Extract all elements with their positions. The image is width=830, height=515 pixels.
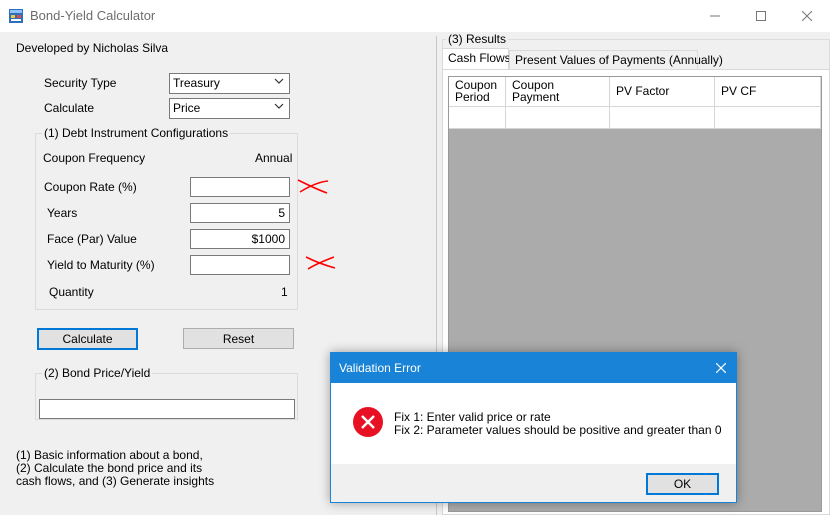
security-type-select[interactable]: Treasury	[169, 73, 290, 94]
grid-cell[interactable]	[610, 107, 715, 129]
validation-error-dialog: Validation Error Fix 1: Enter valid pric…	[330, 352, 737, 503]
tab-present-values[interactable]: Present Values of Payments (Annually)	[509, 50, 723, 70]
chevron-down-icon	[274, 76, 284, 89]
security-type-value: Treasury	[173, 76, 220, 90]
face-value-label: Face (Par) Value	[47, 232, 137, 246]
app-icon	[9, 9, 23, 23]
column-header-coupon-period[interactable]: Coupon Period	[449, 77, 506, 107]
red-cross-mark-icon	[297, 179, 329, 194]
close-icon	[716, 363, 726, 373]
column-header-pv-factor[interactable]: PV Factor	[610, 77, 715, 107]
title-bar: Bond-Yield Calculator	[0, 0, 830, 32]
footnote-line-2: (2) Calculate the bond price and its	[16, 461, 203, 475]
column-header-text: PV CF	[721, 84, 757, 98]
dialog-footer: OK	[331, 464, 736, 502]
chevron-down-icon	[274, 101, 284, 114]
dialog-title: Validation Error	[339, 361, 421, 375]
footnote-line-3: cash flows, and (3) Generate insights	[16, 474, 215, 488]
coupon-rate-label: Coupon Rate (%)	[44, 180, 137, 194]
footnote-line-1: (1) Basic information about a bond,	[16, 448, 203, 462]
coupon-rate-input[interactable]	[190, 177, 290, 197]
price-yield-output[interactable]	[39, 399, 295, 419]
dialog-message-line-2: Fix 2: Parameter values should be positi…	[394, 423, 722, 437]
column-header-text: Payment	[512, 90, 560, 104]
column-header-text: Period	[455, 90, 490, 104]
error-icon	[353, 407, 383, 437]
window-title: Bond-Yield Calculator	[30, 8, 156, 23]
dialog-title-bar: Validation Error	[331, 353, 736, 383]
face-value-input[interactable]: $1000	[190, 229, 290, 249]
close-icon	[802, 11, 812, 21]
grid-cell[interactable]	[449, 107, 506, 129]
calculate-select[interactable]: Price	[169, 98, 290, 119]
minimize-icon	[710, 15, 720, 17]
coupon-frequency-label: Coupon Frequency	[43, 151, 146, 165]
ok-button[interactable]: OK	[646, 473, 719, 495]
grid-cell[interactable]	[506, 107, 610, 129]
price-yield-title: (2) Bond Price/Yield	[42, 366, 153, 380]
close-button[interactable]	[784, 0, 830, 32]
column-header-coupon-payment[interactable]: Coupon Payment	[506, 77, 610, 107]
coupon-frequency-value: Annual	[255, 151, 293, 165]
maximize-button[interactable]	[738, 0, 784, 32]
column-header-pv-cf[interactable]: PV CF	[715, 77, 821, 107]
column-header-text: PV Factor	[616, 84, 670, 98]
tab-cash-flows[interactable]: Cash Flows	[442, 48, 511, 70]
minimize-button[interactable]	[692, 0, 738, 32]
quantity-label: Quantity	[49, 285, 94, 299]
reset-button[interactable]: Reset	[183, 328, 294, 349]
dialog-message-line-1: Fix 1: Enter valid price or rate	[394, 410, 551, 424]
dialog-close-button[interactable]	[706, 353, 736, 383]
calculate-button[interactable]: Calculate	[37, 328, 138, 350]
grid-cell[interactable]	[715, 107, 821, 129]
developer-label: Developed by Nicholas Silva	[16, 41, 169, 55]
results-title: (3) Results	[446, 32, 509, 46]
years-input[interactable]: 5	[190, 203, 290, 223]
red-cross-mark-icon	[305, 256, 336, 270]
calculate-label: Calculate	[44, 101, 95, 115]
maximize-icon	[756, 11, 766, 21]
ytm-input[interactable]	[190, 255, 290, 275]
ytm-label: Yield to Maturity (%)	[47, 258, 155, 272]
years-label: Years	[47, 206, 78, 220]
security-type-label: Security Type	[44, 76, 117, 90]
calculate-value: Price	[173, 101, 201, 115]
debt-config-title: (1) Debt Instrument Configurations	[42, 126, 231, 140]
quantity-value: 1	[281, 285, 288, 299]
